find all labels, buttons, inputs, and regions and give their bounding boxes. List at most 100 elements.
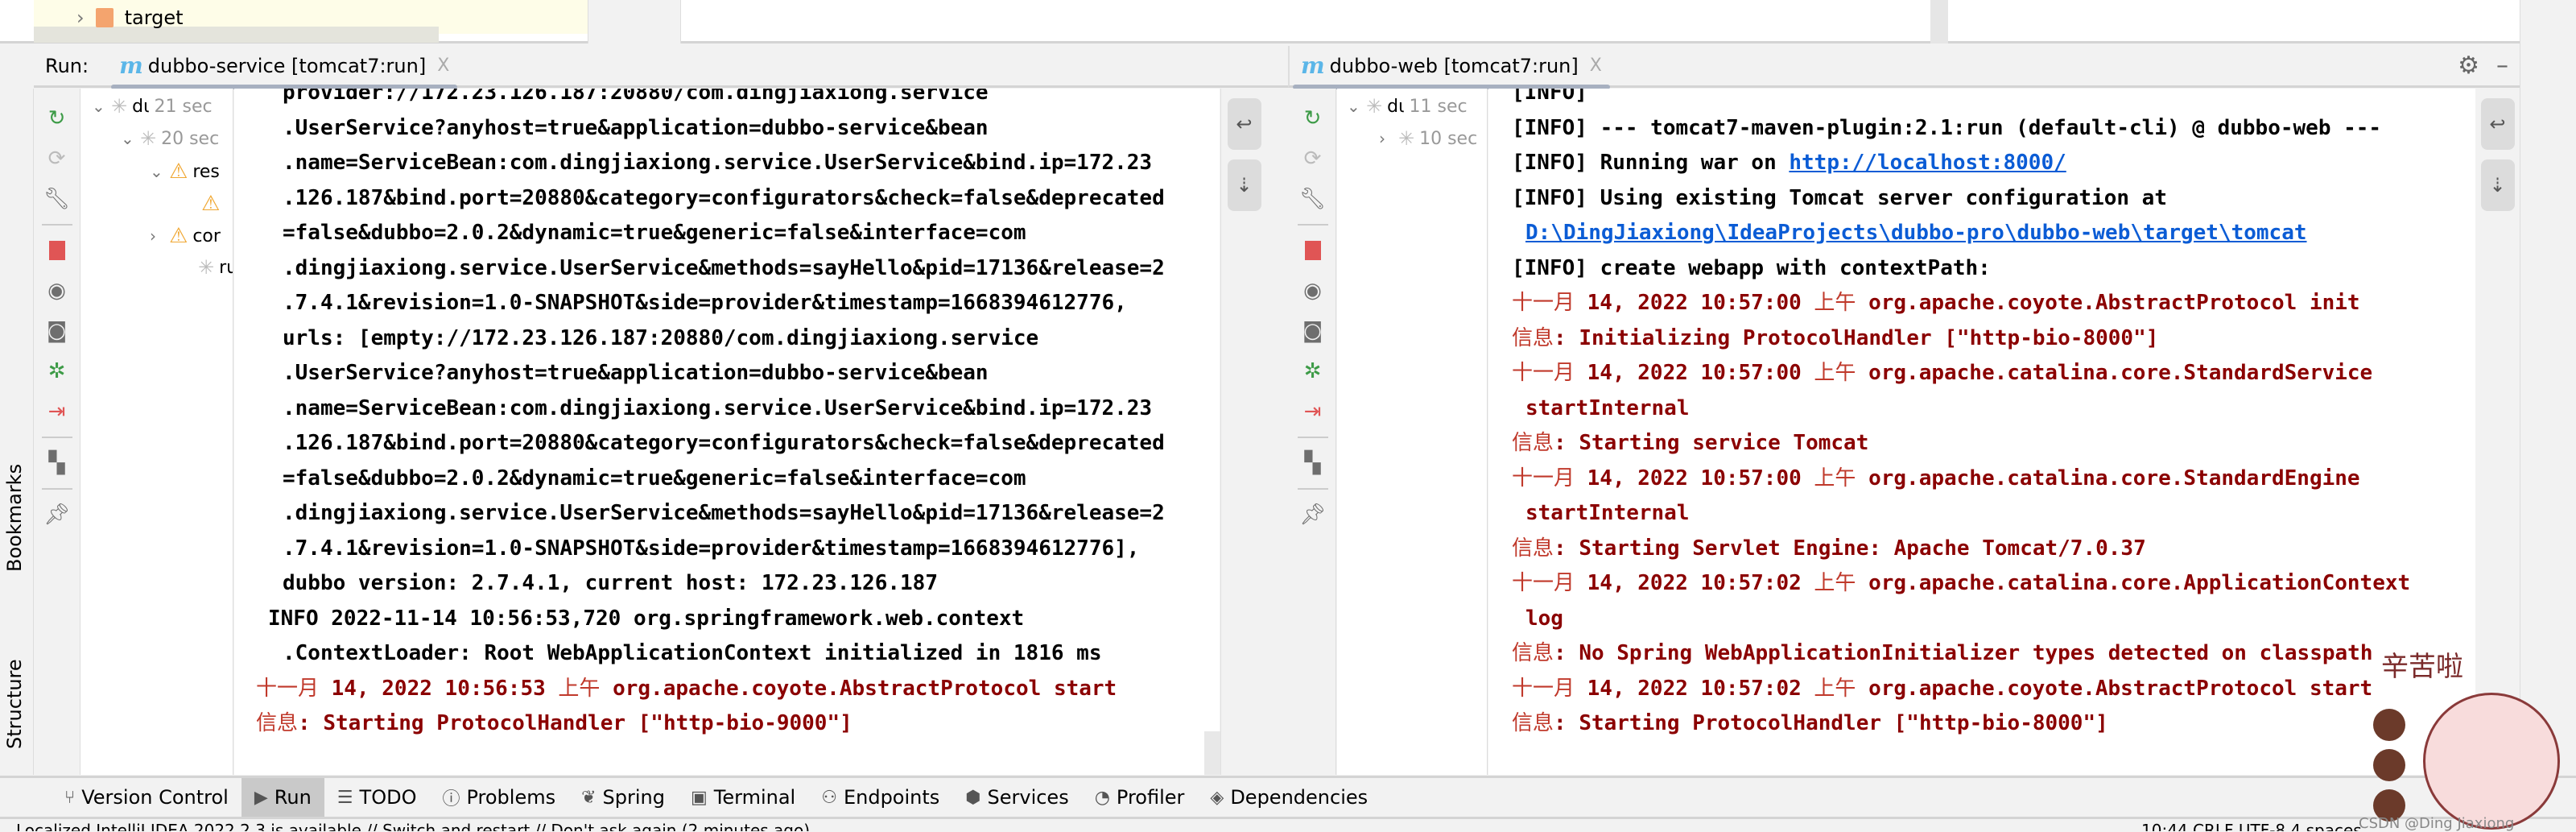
- exit-icon[interactable]: ⇥: [41, 395, 73, 428]
- eye-icon[interactable]: ◉: [1297, 275, 1329, 307]
- chevron-right-icon[interactable]: ›: [76, 6, 85, 29]
- rerun-icon[interactable]: ↻: [1297, 102, 1329, 135]
- project-tree-hscroll[interactable]: [34, 27, 439, 43]
- chevron-down-icon[interactable]: ⌄: [92, 97, 106, 116]
- console-text: dubbo version: 2.7.4.1, current host: 17…: [283, 571, 938, 595]
- tree-node[interactable]: ⌄ ⚠ res: [150, 159, 220, 184]
- console-text: 信息: [1512, 325, 1554, 350]
- tool-window-terminal[interactable]: ▣ Terminal: [678, 778, 808, 817]
- bug-settings-icon[interactable]: ✲: [41, 355, 73, 387]
- chevron-down-icon[interactable]: ⌄: [1347, 97, 1361, 116]
- exit-icon[interactable]: ⇥: [1297, 395, 1329, 428]
- console-text: : Starting ProtocolHandler ["http-bio-80…: [1554, 711, 2108, 735]
- tool-window-version-control[interactable]: ⑂ Version Control: [52, 778, 242, 817]
- soft-wrap-icon[interactable]: ↩: [1227, 98, 1261, 150]
- chevron-right-icon[interactable]: ›: [150, 226, 164, 246]
- console-text: 14, 2022 10:57:00: [1587, 291, 1814, 315]
- structure-tab[interactable]: Structure: [3, 659, 26, 749]
- maven-icon: m: [1301, 52, 1325, 79]
- sticker-badge: [2373, 709, 2405, 741]
- splitter[interactable]: [588, 0, 681, 43]
- tree-node[interactable]: › ⚠ cor: [150, 224, 221, 248]
- layout-icon[interactable]: ▚: [41, 447, 73, 479]
- tab-dubbo-web[interactable]: m dubbo-web [tomcat7:run] X: [1293, 45, 1610, 89]
- run-header-right: m dubbo-web [tomcat7:run] X ⚙ –: [1288, 45, 2520, 89]
- tool-window-dependencies[interactable]: ◈ Dependencies: [1197, 778, 1381, 817]
- camera-icon[interactable]: ◙: [1297, 315, 1329, 347]
- camera-icon[interactable]: ◙: [41, 315, 73, 347]
- tab-dubbo-service[interactable]: m dubbo-service [tomcat7:run] X: [111, 45, 458, 89]
- console-line: 信息: No Spring WebApplicationInitializer …: [1512, 636, 2372, 671]
- console-text: 14, 2022 10:56:53: [331, 676, 559, 701]
- console-line: 十一月 14, 2022 10:57:00 上午 org.apache.cata…: [1512, 462, 2360, 496]
- splitter[interactable]: [1930, 0, 1948, 43]
- console-link[interactable]: http://localhost:8000/: [1789, 151, 2066, 175]
- console-line: 十一月 14, 2022 10:56:53 上午 org.apache.coyo…: [256, 672, 1117, 706]
- tool-window-endpoints[interactable]: ⚇ Endpoints: [808, 778, 952, 817]
- console-text: 十一月: [256, 676, 332, 701]
- tree-node-label: rur: [219, 257, 233, 278]
- tool-window-services[interactable]: ⬢ Services: [952, 778, 1081, 817]
- console-text: 十一月: [1512, 676, 1587, 701]
- tree-node[interactable]: › ✳ 10 sec: [1379, 127, 1477, 150]
- tool-window-run[interactable]: ▶ Run: [241, 778, 324, 817]
- spinner-icon: ✳: [1398, 127, 1415, 150]
- tool-window-label: Run: [274, 786, 312, 809]
- spring-icon: ❦: [581, 787, 597, 808]
- console-line: startInternal: [1525, 496, 1690, 531]
- tool-window-profiler[interactable]: ◔ Profiler: [1082, 778, 1198, 817]
- tool-window-problems[interactable]: ⓘ Problems: [429, 778, 568, 817]
- chevron-down-icon[interactable]: ⌄: [150, 162, 164, 181]
- rerun-failed-icon[interactable]: ⟳: [41, 143, 73, 175]
- console-output-left[interactable]: provider://172.23.126.187:20880/com.ding…: [234, 89, 1220, 775]
- chevron-right-icon[interactable]: ›: [1379, 129, 1393, 148]
- tree-node[interactable]: ⌄ ✳ dι 21 sec: [92, 95, 213, 118]
- rerun-icon[interactable]: ↻: [41, 102, 73, 135]
- console-line: [INFO] --- tomcat7-maven-plugin:2.1:run …: [1512, 111, 2381, 146]
- minimize-icon[interactable]: –: [2496, 52, 2508, 80]
- layout-icon[interactable]: ▚: [1297, 447, 1329, 479]
- pin-icon[interactable]: 📌︎: [41, 499, 73, 531]
- console-text: 信息: [1512, 536, 1554, 561]
- wrench-icon[interactable]: 🔧︎: [1297, 183, 1329, 215]
- project-item-label: target: [124, 6, 184, 29]
- chevron-down-icon[interactable]: ⌄: [121, 129, 135, 148]
- console-output-right[interactable]: [INFO] [INFO] --- tomcat7-maven-plugin:2.…: [1488, 89, 2475, 775]
- tool-window-spring[interactable]: ❦ Spring: [568, 778, 678, 817]
- console-text: .7.4.1&revision=1.0-SNAPSHOT&side=provid…: [283, 536, 1140, 561]
- scroll-to-end-icon[interactable]: ⇣: [2480, 159, 2515, 211]
- project-tree-item-target[interactable]: › target: [76, 6, 184, 29]
- eye-icon[interactable]: ◉: [41, 275, 73, 307]
- stop-icon[interactable]: [1297, 234, 1329, 267]
- rerun-failed-icon[interactable]: ⟳: [1297, 143, 1329, 175]
- console-text: .UserService?anyhost=true&application=du…: [283, 115, 989, 140]
- console-link[interactable]: D:\DingJiaxiong\IdeaProjects\dubbo-pro\d…: [1525, 221, 2307, 245]
- close-icon[interactable]: X: [437, 56, 449, 76]
- tree-node-duration: 20 sec: [161, 128, 220, 149]
- console-line: 信息: Starting Servlet Engine: Apache Tomc…: [1512, 532, 2146, 566]
- status-right-info[interactable]: 10:44 CRLF UTF-8 4 spaces: [2141, 821, 2362, 831]
- console-line: .UserService?anyhost=true&application=du…: [283, 111, 989, 146]
- console-text: .126.187&bind.port=20880&category=config…: [283, 431, 1165, 455]
- wrench-icon[interactable]: 🔧︎: [41, 183, 73, 215]
- bottom-tool-window-bar: ⑂ Version Control ▶ Run ☰ TODO ⓘ Problems ❦ Sprin…: [0, 776, 2576, 819]
- tree-node[interactable]: ⌄ ✳ dι 11 sec: [1347, 95, 1468, 118]
- bug-settings-icon[interactable]: ✲: [1297, 355, 1329, 387]
- scroll-to-end-icon[interactable]: ⇣: [1227, 159, 1261, 211]
- pin-icon[interactable]: 📌︎: [1297, 499, 1329, 531]
- tool-window-todo[interactable]: ☰ TODO: [324, 778, 430, 817]
- scrollbar[interactable]: [1204, 731, 1220, 775]
- tree-node[interactable]: ⌄ ✳ 20 sec: [121, 127, 219, 150]
- console-line: 信息: Initializing ProtocolHandler ["http-…: [1512, 321, 2158, 356]
- bookmarks-tab[interactable]: Bookmarks: [3, 464, 26, 572]
- close-icon[interactable]: X: [1590, 56, 1602, 76]
- status-message[interactable]: Localized IntelliJ IDEA 2022.2.3 is avai…: [16, 821, 810, 831]
- tree-node[interactable]: ⚠: [182, 192, 220, 216]
- soft-wrap-icon[interactable]: ↩: [2480, 98, 2515, 150]
- console-line: 信息: Starting service Tomcat: [1512, 426, 1868, 461]
- tool-window-label: Profiler: [1116, 786, 1185, 809]
- stop-icon[interactable]: [41, 234, 73, 267]
- tree-node[interactable]: ✳ rur: [179, 256, 233, 279]
- terminal-icon: ▣: [690, 787, 708, 808]
- gear-icon[interactable]: ⚙: [2458, 52, 2479, 80]
